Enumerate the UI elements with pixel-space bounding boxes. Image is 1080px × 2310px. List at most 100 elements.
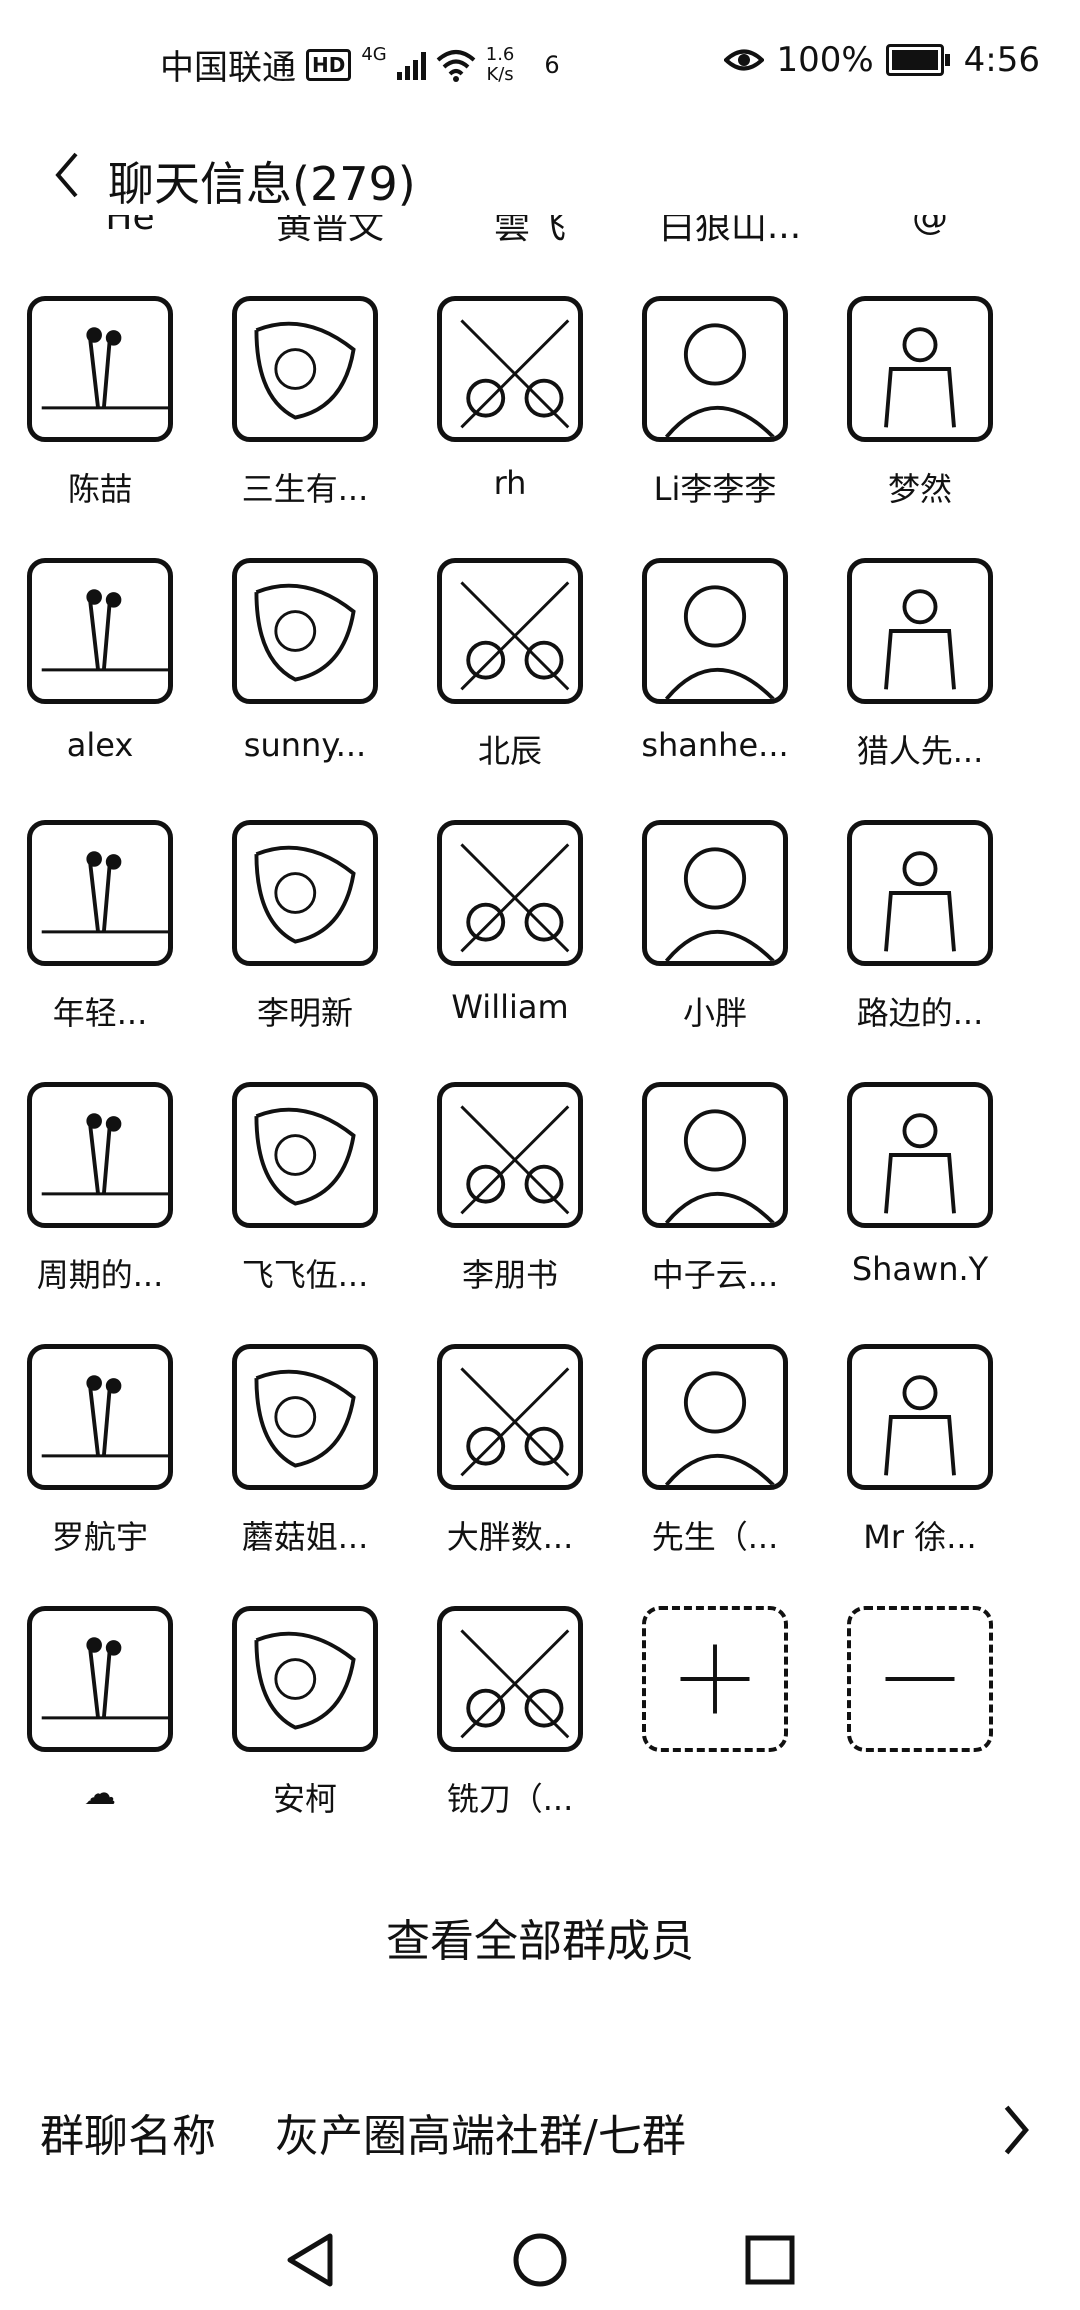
- member-item[interactable]: 安柯: [205, 1606, 405, 1846]
- member-item[interactable]: 大胖数...: [410, 1344, 610, 1584]
- avatar: [642, 1344, 788, 1490]
- avatar: [27, 558, 173, 704]
- plus-icon: [642, 1606, 788, 1752]
- avatar: [27, 296, 173, 442]
- avatar: [642, 820, 788, 966]
- battery-percent: 100%: [776, 40, 874, 80]
- avatar: [232, 1606, 378, 1752]
- avatar: [437, 1344, 583, 1490]
- member-name: rh: [493, 464, 527, 502]
- member-name: 三生有...: [241, 470, 369, 508]
- battery-icon: [885, 44, 950, 76]
- avatar: [232, 1344, 378, 1490]
- avatar: [847, 558, 993, 704]
- eye-icon: [724, 49, 765, 71]
- avatar: [27, 1344, 173, 1490]
- avatar: [232, 820, 378, 966]
- chevron-left-icon: [55, 152, 78, 198]
- notification-count: 6: [544, 50, 560, 79]
- member-name: Mr 徐...: [863, 1518, 977, 1556]
- member-item[interactable]: 梦然: [820, 296, 1020, 536]
- nav-back-button[interactable]: [270, 2220, 350, 2300]
- avatar: [437, 1082, 583, 1228]
- carrier-label: 中国联通: [160, 48, 296, 88]
- member-item[interactable]: 蘑菇姐...: [205, 1344, 405, 1584]
- member-item[interactable]: Li李李李: [615, 296, 815, 536]
- member-name: sunny...: [243, 726, 367, 764]
- member-item[interactable]: William: [410, 820, 610, 1060]
- avatar: [642, 296, 788, 442]
- member-name: 铣刀（...: [446, 1780, 574, 1818]
- avatar: [437, 1606, 583, 1752]
- clipped-name: @: [912, 215, 948, 238]
- minus-icon: [847, 1606, 993, 1752]
- member-item[interactable]: 先生（...: [615, 1344, 815, 1584]
- member-item[interactable]: 年轻...: [0, 820, 200, 1060]
- member-item[interactable]: 周期的...: [0, 1082, 200, 1322]
- member-item[interactable]: 路边的...: [820, 820, 1020, 1060]
- nav-home-button[interactable]: [500, 2220, 580, 2300]
- nav-recents-button[interactable]: [730, 2220, 810, 2300]
- member-name: Shawn.Y: [851, 1250, 989, 1288]
- avatar: [642, 1082, 788, 1228]
- member-item[interactable]: 三生有...: [205, 296, 405, 536]
- member-item[interactable]: 北辰: [410, 558, 610, 798]
- member-item[interactable]: 李明新: [205, 820, 405, 1060]
- member-item[interactable]: 猎人先...: [820, 558, 1020, 798]
- member-name: 罗航宇: [51, 1518, 148, 1556]
- square-recents-icon: [745, 2235, 795, 2285]
- avatar: [437, 558, 583, 704]
- avatar: [27, 1606, 173, 1752]
- view-all-members-link[interactable]: 查看全部群成员: [0, 1905, 1080, 1969]
- member-name: 李朋书: [461, 1256, 558, 1294]
- avatar: [232, 1082, 378, 1228]
- group-name-row[interactable]: 群聊名称 灰产圈高端社群/七群: [0, 2080, 1080, 2180]
- member-name: 先生（...: [651, 1518, 779, 1556]
- clipped-name: 雲飞: [493, 215, 566, 245]
- member-item[interactable]: 陈喆: [0, 296, 200, 536]
- member-name: 年轻...: [52, 994, 148, 1032]
- member-name: 周期的...: [36, 1256, 164, 1294]
- member-item[interactable]: 飞飞伍...: [205, 1082, 405, 1322]
- chevron-right-icon: [1004, 2105, 1029, 2155]
- group-name-label: 群聊名称: [40, 2111, 216, 2162]
- avatar: [437, 296, 583, 442]
- member-item[interactable]: ☁: [0, 1606, 200, 1846]
- member-item[interactable]: 罗航宇: [0, 1344, 200, 1584]
- member-name: 大胖数...: [446, 1518, 574, 1556]
- member-name: 猎人先...: [856, 732, 984, 770]
- member-name: William: [451, 988, 569, 1026]
- member-item[interactable]: alex: [0, 558, 200, 798]
- back-button[interactable]: [32, 140, 102, 210]
- member-item[interactable]: 中子云...: [615, 1082, 815, 1322]
- member-name: 陈喆: [67, 470, 132, 508]
- avatar: [847, 820, 993, 966]
- member-item[interactable]: Mr 徐...: [820, 1344, 1020, 1584]
- member-name: 安柯: [272, 1780, 337, 1818]
- clipped-name: He: [105, 215, 155, 238]
- avatar: [847, 1082, 993, 1228]
- avatar: [27, 1082, 173, 1228]
- member-name: 飞飞伍...: [241, 1256, 369, 1294]
- member-item[interactable]: shanhe...: [615, 558, 815, 798]
- clipped-member-row: He 黄普文 雲飞 白狼山... @: [0, 215, 1080, 245]
- member-item[interactable]: Shawn.Y: [820, 1082, 1020, 1322]
- avatar: [642, 558, 788, 704]
- clipped-name: 白狼山...: [658, 215, 802, 245]
- member-item[interactable]: rh: [410, 296, 610, 536]
- member-name: 小胖: [682, 994, 747, 1032]
- member-item[interactable]: 小胖: [615, 820, 815, 1060]
- remove-member-button[interactable]: [820, 1606, 1020, 1846]
- member-item[interactable]: sunny...: [205, 558, 405, 798]
- add-member-button[interactable]: [615, 1606, 815, 1846]
- member-item[interactable]: 铣刀（...: [410, 1606, 610, 1846]
- member-name: 蘑菇姐...: [241, 1518, 369, 1556]
- clipped-name: 黄普文: [275, 215, 384, 245]
- member-item[interactable]: 李朋书: [410, 1082, 610, 1322]
- circle-home-icon: [513, 2233, 567, 2287]
- wifi-icon: [436, 49, 476, 82]
- member-name: 李明新: [256, 994, 353, 1032]
- member-name: 梦然: [887, 470, 952, 508]
- avatar: [437, 820, 583, 966]
- member-name: shanhe...: [641, 726, 789, 764]
